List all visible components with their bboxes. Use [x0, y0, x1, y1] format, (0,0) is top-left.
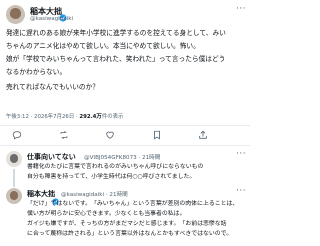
main-tweet-line-4: なるかわからない。	[6, 68, 67, 76]
reply1-avatar[interactable]	[6, 151, 22, 167]
reply2-line-1: 「だけ」ではないです。「みいちゃん」という言葉が差別の肉体に上ることは、	[27, 201, 239, 207]
divider-1	[0, 125, 250, 126]
main-tweet-views-label: 件の表示	[101, 114, 124, 120]
main-author-handle[interactable]: @kasiwagidaiki	[30, 16, 73, 22]
main-tweet-line-3: 娘が「学校でみいちゃんって言われた、笑われた」って言ったら僕はどう	[6, 55, 226, 63]
divider-2	[0, 145, 250, 146]
reply2-author-name[interactable]: 稲本大拙	[27, 189, 55, 199]
bookmark-icon[interactable]	[152, 130, 162, 140]
reply2-line-4: に合って蔑称は許される」という言葉以外はなんとかもすべきではないので。	[27, 231, 233, 237]
share-icon[interactable]	[198, 130, 208, 140]
reply1-more-options-icon[interactable]: ···	[236, 149, 246, 159]
reply-icon[interactable]	[12, 130, 22, 140]
more-options-icon[interactable]: ···	[236, 4, 246, 14]
reply2-avatar[interactable]	[6, 188, 22, 204]
main-tweet-line-2: ちゃんのアニメ化はやめて欲しい。本当にやめて欲しい。怖い。	[6, 42, 200, 50]
reply1-author-name[interactable]: 仕事向いてない	[27, 152, 76, 162]
reply1-line-1: 書籍化のたびに言葉で言われるのがみいちゃん呼びにならないもの	[27, 164, 204, 170]
reply1-line-2: 自分も障害を持ってて、小学生時代は何○○呼びされてました。	[27, 174, 196, 180]
reply2-line-3: ガイジも嫌ですが、そっちの方がまだマシだと感じます。「お前は悲惨な話	[27, 221, 227, 227]
thread-connector	[13, 169, 15, 187]
main-tweet-line-1: 発達に遅れのある娘が来年小学校に進学するのを控えてる身として、みい	[6, 29, 226, 37]
like-icon[interactable]	[105, 130, 115, 140]
reply2-author-handle[interactable]: @kasiwagidaiki · 21時間	[61, 190, 128, 198]
reply2-line-2: 僕い方が明らかに安心できます。少なくとも当事者の私は。	[27, 211, 186, 217]
main-avatar[interactable]	[6, 5, 25, 24]
main-tweet-line-5: 売れてればなんでもいいのか？	[6, 83, 99, 91]
main-tweet-timestamp[interactable]: 午後3:12 · 2026年7月26日 ·	[6, 114, 79, 120]
main-tweet-meta: 午後3:12 · 2026年7月26日 · 292.4万件の表示	[6, 112, 123, 120]
main-tweet-views-count: 292.4万	[79, 114, 102, 120]
reply1-author-handle[interactable]: @VIBJ054GFK8073 · 21時間	[84, 153, 160, 161]
reply2-more-options-icon[interactable]: ···	[236, 186, 246, 196]
retweet-icon[interactable]	[59, 130, 69, 140]
